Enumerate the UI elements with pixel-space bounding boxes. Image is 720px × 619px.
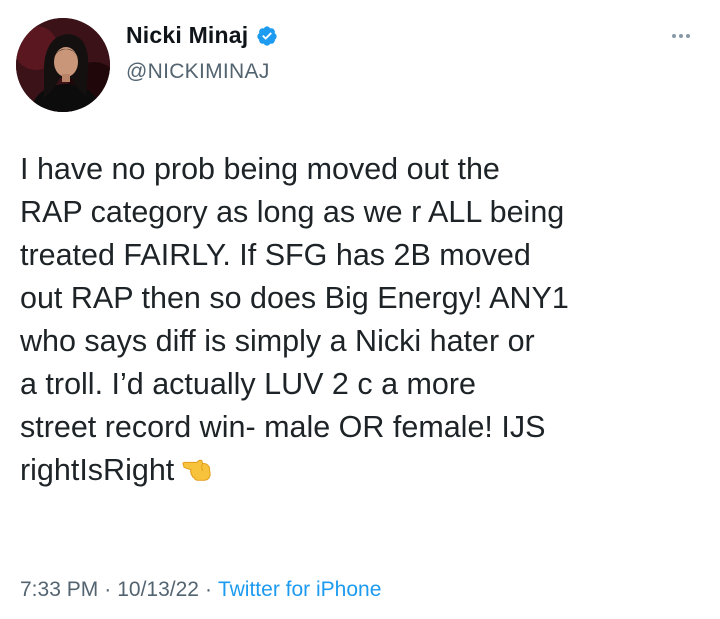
- tweet-meta: 7:33 PM · 10/13/22 · Twitter for iPhone: [20, 578, 381, 602]
- more-dot: [679, 34, 683, 38]
- meta-separator: ·: [104, 578, 112, 601]
- avatar-image: [16, 18, 110, 112]
- more-options-icon[interactable]: [672, 34, 690, 38]
- more-dot: [686, 34, 690, 38]
- author-display-name[interactable]: Nicki Minaj: [126, 22, 248, 49]
- tweet-body: I have no prob being moved out the RAP c…: [20, 148, 700, 492]
- verified-badge-icon: [256, 25, 278, 47]
- author-name-row[interactable]: Nicki Minaj: [126, 22, 278, 49]
- avatar[interactable]: [16, 18, 110, 112]
- meta-separator: ·: [204, 578, 212, 601]
- more-dot: [672, 34, 676, 38]
- backhand-index-pointing-left-icon: [180, 452, 214, 486]
- tweet-time[interactable]: 7:33 PM: [20, 578, 98, 602]
- author-handle[interactable]: @NICKIMINAJ: [126, 60, 270, 84]
- tweet-card: Nicki Minaj @NICKIMINAJ I have no prob b…: [0, 0, 720, 619]
- tweet-source-link[interactable]: Twitter for iPhone: [218, 578, 381, 602]
- tweet-text: I have no prob being moved out the RAP c…: [20, 152, 569, 487]
- tweet-date[interactable]: 10/13/22: [117, 578, 199, 602]
